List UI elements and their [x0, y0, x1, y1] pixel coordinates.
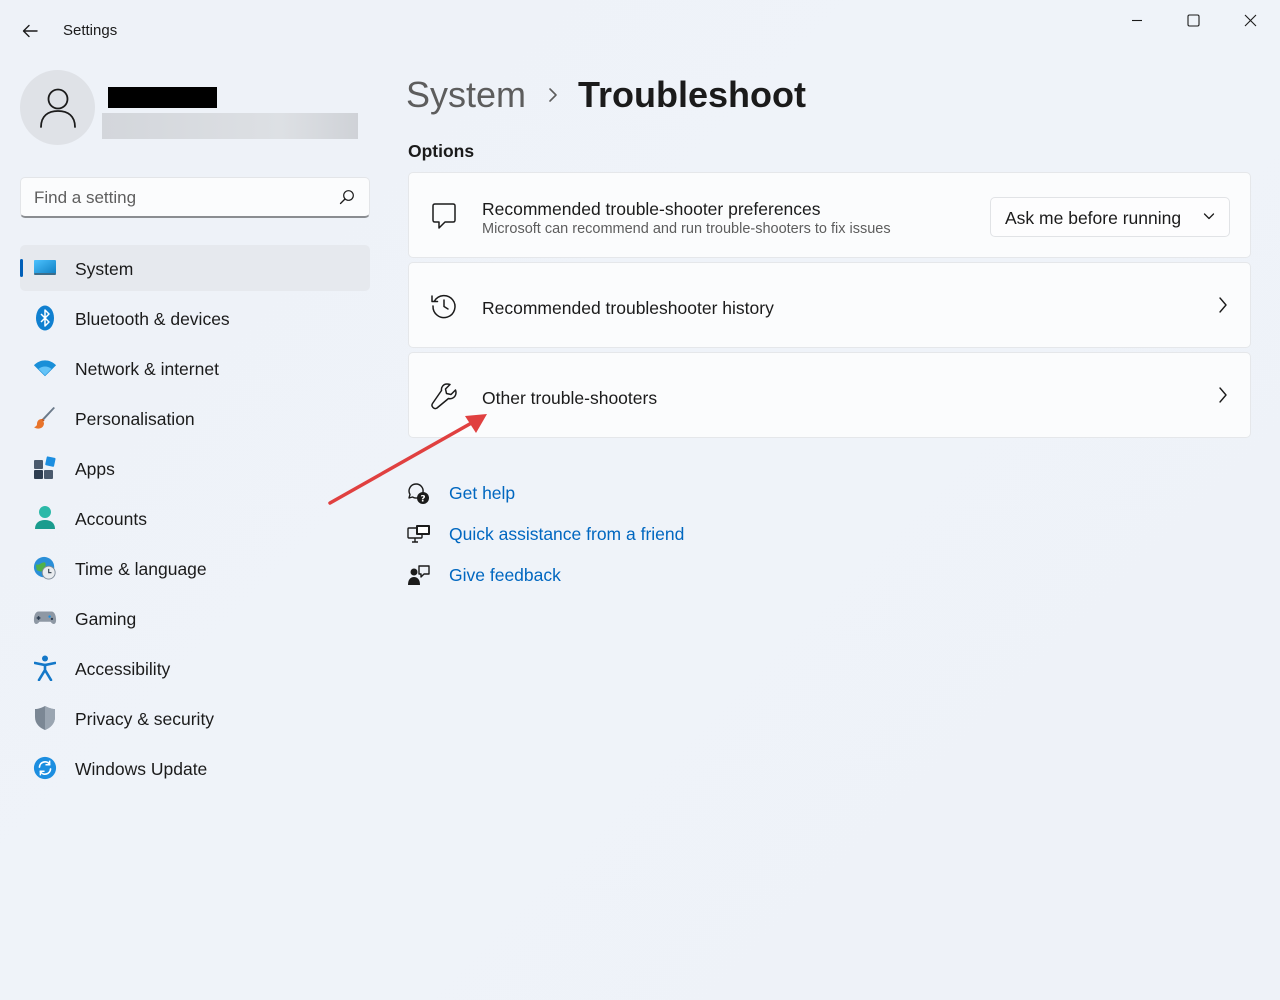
card-title: Recommended trouble-shooter preferences: [482, 199, 821, 219]
sidebar-item-windows-update[interactable]: Windows Update: [20, 745, 370, 791]
redacted-user-name: [108, 87, 217, 108]
chevron-down-icon: [1203, 213, 1215, 220]
history-icon: [429, 291, 459, 321]
sidebar-nav: System Bluetooth & devices Network & int…: [20, 245, 370, 795]
close-button[interactable]: [1227, 6, 1273, 34]
chevron-right-icon: [1219, 297, 1227, 313]
app-title: Settings: [63, 22, 118, 39]
bluetooth-icon: [33, 305, 57, 331]
sidebar-item-label: Personalisation: [75, 409, 195, 429]
title-bar: Settings: [0, 0, 1280, 48]
help-chat-icon: ?: [407, 482, 431, 506]
chevron-right-icon: [1219, 387, 1227, 403]
avatar[interactable]: [20, 70, 95, 145]
card-subtitle: Microsoft can recommend and run trouble-…: [482, 221, 891, 237]
sidebar-item-label: Accounts: [75, 509, 147, 529]
sidebar-item-label: Privacy & security: [75, 709, 215, 729]
search-box[interactable]: [20, 177, 370, 218]
sidebar-item-accessibility[interactable]: Accessibility: [20, 645, 370, 691]
breadcrumb: System Troubleshoot: [406, 72, 806, 118]
update-icon: [33, 756, 57, 780]
minimize-button[interactable]: [1114, 6, 1160, 34]
sidebar-item-label: Apps: [75, 459, 115, 479]
card-other-troubleshooters[interactable]: Other trouble-shooters: [408, 352, 1251, 438]
search-icon[interactable]: [339, 189, 355, 205]
quick-assist-link[interactable]: Quick assistance from a friend: [449, 524, 684, 545]
time-language-icon: [33, 556, 57, 580]
sidebar-item-system[interactable]: System: [20, 245, 370, 291]
search-input[interactable]: [34, 186, 324, 210]
sidebar-item-privacy-security[interactable]: Privacy & security: [20, 695, 370, 741]
card-title: Other trouble-shooters: [482, 388, 658, 408]
sidebar-item-bluetooth[interactable]: Bluetooth & devices: [20, 295, 370, 341]
give-feedback-link[interactable]: Give feedback: [449, 565, 561, 586]
user-icon: [39, 88, 76, 128]
remote-assist-icon: [407, 523, 431, 547]
redacted-user-email: [102, 113, 358, 139]
sidebar-item-label: Gaming: [75, 609, 137, 629]
gamepad-icon: [33, 606, 57, 630]
dropdown-selected-value: Ask me before running: [1005, 208, 1182, 228]
sidebar-item-label: System: [75, 259, 134, 279]
maximize-icon: [1186, 13, 1200, 27]
chevron-right-icon: [548, 87, 558, 103]
accessibility-icon: [33, 655, 57, 681]
troubleshooter-preference-dropdown[interactable]: Ask me before running: [990, 197, 1230, 237]
sidebar-item-label: Network & internet: [75, 359, 219, 379]
sidebar-item-apps[interactable]: Apps: [20, 445, 370, 491]
back-arrow-icon: [22, 24, 38, 38]
chat-bubble-icon: [429, 201, 459, 231]
back-button[interactable]: [14, 15, 46, 47]
wifi-icon: [33, 356, 57, 380]
system-icon: [33, 256, 57, 280]
svg-text:?: ?: [420, 495, 425, 505]
sidebar-item-label: Accessibility: [75, 659, 171, 679]
sidebar-item-network[interactable]: Network & internet: [20, 345, 370, 391]
page-title: Troubleshoot: [578, 74, 807, 115]
accounts-icon: [33, 506, 57, 530]
card-troubleshooter-history[interactable]: Recommended troubleshooter history: [408, 262, 1251, 348]
feedback-icon: [407, 564, 431, 588]
sidebar-item-accounts[interactable]: Accounts: [20, 495, 370, 541]
wrench-icon: [429, 381, 459, 411]
sidebar-item-time-language[interactable]: Time & language: [20, 545, 370, 591]
card-title: Recommended troubleshooter history: [482, 298, 774, 318]
section-title: Options: [408, 141, 475, 161]
card-troubleshooter-preferences: Recommended trouble-shooter preferences …: [408, 172, 1251, 258]
selection-indicator: [20, 259, 23, 277]
breadcrumb-parent[interactable]: System: [406, 74, 526, 116]
maximize-button[interactable]: [1170, 6, 1216, 34]
sidebar-item-personalisation[interactable]: Personalisation: [20, 395, 370, 441]
apps-icon: [33, 456, 57, 480]
sidebar-item-gaming[interactable]: Gaming: [20, 595, 370, 641]
minimize-icon: [1132, 19, 1142, 22]
close-icon: [1244, 14, 1256, 26]
shield-icon: [33, 706, 57, 730]
brush-icon: [33, 406, 57, 430]
sidebar-item-label: Bluetooth & devices: [75, 309, 230, 329]
sidebar-item-label: Windows Update: [75, 759, 208, 779]
sidebar-item-label: Time & language: [75, 559, 207, 579]
get-help-link[interactable]: Get help: [449, 483, 515, 504]
